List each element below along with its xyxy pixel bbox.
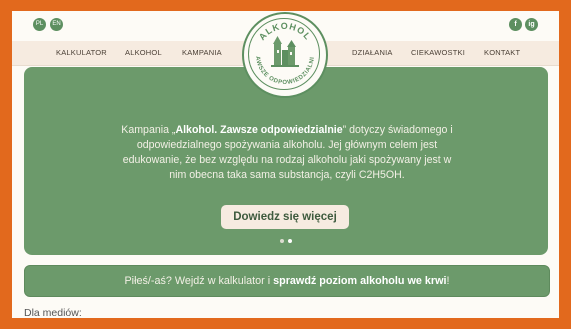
logo-emblem-icon: ALKOHOL ZAWSZE ODPOWIEDZIALNIE xyxy=(244,14,315,86)
logo-top-text: ALKOHOL xyxy=(257,21,312,42)
nav-item-ciekawostki[interactable]: CIEKAWOSTKI xyxy=(411,41,465,65)
nav-item-alkohol[interactable]: ALKOHOL xyxy=(125,41,162,65)
browser-viewport: PL EN f ig KALKULATOR ALKOHOL KAMPANIA D… xyxy=(12,11,559,318)
campaign-logo[interactable]: ALKOHOL ZAWSZE ODPOWIEDZIALNIE xyxy=(242,12,328,98)
nav-item-kontakt[interactable]: KONTAKT xyxy=(484,41,520,65)
nav-item-kalkulator[interactable]: KALKULATOR xyxy=(56,41,107,65)
language-en-button[interactable]: EN xyxy=(50,18,63,31)
learn-more-button[interactable]: Dowiedz się więcej xyxy=(221,205,349,229)
svg-text:ALKOHOL: ALKOHOL xyxy=(257,21,313,42)
language-pl-button[interactable]: PL xyxy=(33,18,46,31)
nav-item-dzialania[interactable]: DZIAŁANIA xyxy=(352,41,393,65)
calculator-banner[interactable]: Piłeś/-aś? Wejdź w kalkulator i sprawdź … xyxy=(24,265,550,297)
carousel-dot-active[interactable] xyxy=(288,239,292,243)
hero-description: Kampania „Alkohol. Zawsze odpowiedzialni… xyxy=(121,124,453,181)
media-heading: Dla mediów: xyxy=(24,307,82,318)
calculator-banner-text[interactable]: Piłeś/-aś? Wejdź w kalkulator i sprawdź … xyxy=(25,266,549,296)
nav-item-kampania[interactable]: KAMPANIA xyxy=(182,41,222,65)
carousel-dot[interactable] xyxy=(280,239,284,243)
instagram-icon[interactable]: ig xyxy=(525,18,538,31)
facebook-icon[interactable]: f xyxy=(509,18,522,31)
